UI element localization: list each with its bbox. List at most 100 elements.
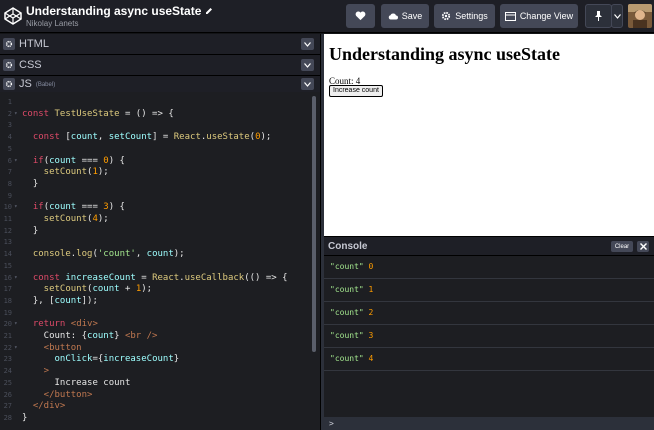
code-line[interactable]: 7 setCount(1); [0, 166, 320, 178]
line-number: 21 [3, 332, 12, 340]
code-line[interactable]: 4 const [count, setCount] = React.useSta… [0, 131, 320, 143]
line-number: 4 [7, 133, 12, 142]
fold-arrow-icon[interactable]: ▾ [14, 108, 18, 120]
code-text: if(count === 3) { [22, 202, 125, 213]
code-text: }, [count]); [22, 295, 98, 306]
heart-icon [355, 11, 366, 21]
code-text: } [22, 225, 39, 236]
gear-icon[interactable] [3, 59, 15, 71]
code-text: } [22, 412, 28, 423]
js-editor-header[interactable]: JS (Babel) [0, 76, 320, 93]
line-number: 2 [7, 109, 12, 118]
code-line[interactable]: 10 ▾ if(count === 3) { [0, 201, 320, 213]
line-number: 14 [3, 250, 12, 259]
pen-title-block: Understanding async useState Nikolay Lan… [26, 4, 213, 29]
code-text: const [count, setCount] = React.useState… [22, 132, 272, 143]
code-line[interactable]: 18 }, [count]); [0, 295, 320, 307]
line-number: 26 [3, 390, 12, 399]
console-input[interactable]: > [324, 417, 654, 430]
code-line[interactable]: 11 setCount(4); [0, 213, 320, 225]
code-text: </button> [22, 389, 93, 400]
code-line[interactable]: 9 [0, 190, 320, 202]
fold-arrow-icon[interactable]: ▾ [14, 342, 18, 354]
css-editor-label: CSS [19, 59, 42, 71]
console-header: Console Clear [324, 236, 654, 256]
code-line[interactable]: 28} [0, 412, 320, 424]
code-text: <button [22, 342, 82, 353]
pin-button[interactable] [585, 4, 612, 28]
code-line[interactable]: 20 ▾ return <div> [0, 318, 320, 330]
code-line[interactable]: 23 onClick={increaseCount} [0, 353, 320, 365]
console-log-entry: "count" 0 [324, 256, 654, 279]
settings-button[interactable]: Settings [434, 4, 495, 28]
user-avatar[interactable] [628, 4, 652, 28]
code-line[interactable]: 14 console.log('count', count); [0, 248, 320, 260]
code-line[interactable]: 2 ▾ const TestUseState = () => { [0, 108, 320, 120]
line-number: 11 [3, 215, 12, 223]
code-line[interactable]: 27 </div> [0, 400, 320, 412]
codepen-app: Understanding async useState Nikolay Lan… [0, 0, 654, 430]
pen-author[interactable]: Nikolay Lanets [26, 19, 213, 29]
code-line[interactable]: 17 setCount(count + 1); [0, 283, 320, 295]
line-number: 25 [3, 378, 12, 387]
line-number: 1 [7, 98, 12, 106]
js-preprocessor-label: (Babel) [35, 82, 56, 88]
code-text: setCount(4); [22, 214, 109, 224]
pen-title[interactable]: Understanding async useState [26, 4, 201, 18]
code-text: console.log('count', count); [22, 249, 185, 260]
code-text: const TestUseState = () => { [22, 108, 174, 119]
code-line[interactable]: 3 [0, 119, 320, 131]
code-line[interactable]: 5 [0, 143, 320, 155]
gear-icon [441, 11, 451, 21]
chevron-down-icon[interactable] [301, 59, 314, 71]
change-view-button[interactable]: Change View [500, 4, 578, 28]
fold-arrow-icon[interactable]: ▾ [14, 155, 18, 167]
gear-icon[interactable] [3, 38, 15, 50]
console-log-entry: "count" 3 [324, 325, 654, 348]
close-icon[interactable] [637, 241, 649, 252]
save-button[interactable]: Save [381, 4, 429, 28]
code-text: onClick={increaseCount} [22, 354, 180, 365]
save-button-label: Save [401, 11, 423, 21]
css-editor-header[interactable]: CSS [0, 55, 320, 76]
fold-arrow-icon[interactable]: ▾ [14, 272, 18, 284]
html-editor-header[interactable]: HTML [0, 34, 320, 55]
code-text: </div> [22, 401, 66, 412]
code-line[interactable]: 15 [0, 260, 320, 272]
fold-arrow-icon[interactable]: ▾ [14, 201, 18, 213]
js-editor-label: JS [19, 78, 32, 90]
line-number: 24 [3, 367, 12, 376]
code-line[interactable]: 13 [0, 236, 320, 248]
result-preview: Understanding async useState Count: 4 In… [324, 34, 654, 236]
pencil-icon[interactable] [205, 7, 213, 15]
code-line[interactable]: 16 ▾ const increaseCount = React.useCallb… [0, 272, 320, 284]
gear-icon[interactable] [3, 78, 15, 90]
line-number: 20 [3, 320, 12, 329]
line-number: 28 [3, 413, 12, 422]
code-line[interactable]: 22 ▾ <button [0, 342, 320, 354]
line-number: 18 [3, 296, 12, 305]
code-line[interactable]: 21 Count: {count} <br /> [0, 330, 320, 342]
line-number: 12 [3, 226, 12, 235]
line-number: 7 [7, 168, 12, 177]
js-code-editor[interactable]: 1 2 ▾ const TestUseState = () => {3 4 const … [0, 92, 320, 430]
layout-icon [504, 11, 516, 21]
love-button[interactable] [346, 4, 375, 28]
code-line[interactable]: 24 > [0, 365, 320, 377]
code-line[interactable]: 6 ▾ if(count === 0) { [0, 155, 320, 167]
code-line[interactable]: 8 } [0, 178, 320, 190]
code-line[interactable]: 12 } [0, 225, 320, 237]
top-header: Understanding async useState Nikolay Lan… [0, 0, 654, 33]
codepen-logo-icon[interactable] [3, 6, 23, 26]
chevron-down-icon[interactable] [301, 38, 314, 50]
fold-arrow-icon[interactable]: ▾ [14, 318, 18, 330]
code-line[interactable]: 26 </button> [0, 389, 320, 401]
code-line[interactable]: 25 Increase count [0, 377, 320, 389]
code-line[interactable]: 19 [0, 307, 320, 319]
increase-count-button[interactable]: Increase count [329, 85, 383, 97]
chevron-down-icon[interactable] [301, 78, 314, 90]
code-scrollbar[interactable] [312, 96, 316, 352]
console-clear-button[interactable]: Clear [611, 241, 633, 252]
code-line[interactable]: 1 [0, 96, 320, 108]
pin-dropdown-button[interactable] [611, 4, 623, 28]
